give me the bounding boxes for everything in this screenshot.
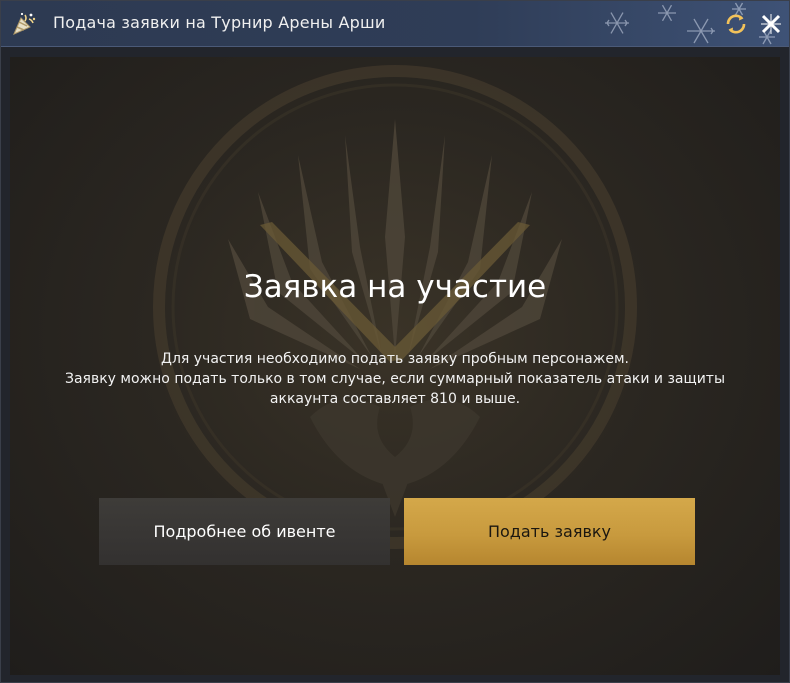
window-title: Подача заявки на Турнир Арены Арши <box>53 13 386 32</box>
refresh-icon[interactable] <box>723 11 749 37</box>
title-bar[interactable]: Подача заявки на Турнир Арены Арши <box>1 1 789 47</box>
description-line: аккаунта составляет 810 и выше. <box>269 391 521 407</box>
submit-application-button-label: Подать заявку <box>487 522 612 541</box>
description-line: Для участия необходимо подать заявку про… <box>161 351 629 367</box>
description-text: Для участия необходимо подать заявку про… <box>10 349 780 409</box>
close-icon[interactable] <box>758 11 784 37</box>
event-dialog-window: Подача заявки на Турнир Арены Арши Заявк… <box>0 0 790 683</box>
event-content-panel: Заявка на участие Для участия необходимо… <box>10 57 780 675</box>
submit-application-button[interactable]: Подать заявку <box>404 498 695 565</box>
party-popper-icon <box>10 10 38 38</box>
page-title: Заявка на участие <box>243 269 547 305</box>
description-line: Заявку можно подать только в том случае,… <box>65 371 725 387</box>
event-details-button-label: Подробнее об ивенте <box>153 522 336 541</box>
event-details-button[interactable]: Подробнее об ивенте <box>99 498 390 565</box>
